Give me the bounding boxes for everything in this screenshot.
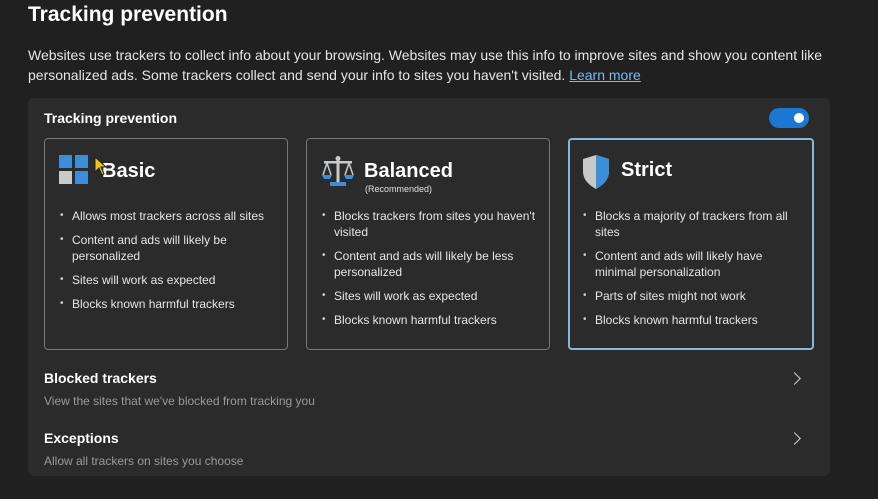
exceptions-title: Exceptions xyxy=(44,430,119,446)
page-title: Tracking prevention xyxy=(28,3,228,26)
card-balanced[interactable]: Balanced (Recommended) Blocks trackers f… xyxy=(306,138,550,350)
tracking-prevention-panel: Tracking prevention Basic Allows most tr… xyxy=(28,98,830,476)
card-basic-list: Allows most trackers across all sites Co… xyxy=(59,208,281,320)
card-strict-list: Blocks a majority of trackers from all s… xyxy=(582,208,804,336)
list-item: Parts of sites might not work xyxy=(582,288,804,304)
card-basic-title: Basic xyxy=(102,160,156,182)
blocked-trackers-subtitle: View the sites that we've blocked from t… xyxy=(44,394,315,408)
exceptions-subtitle: Allow all trackers on sites you choose xyxy=(44,454,244,468)
blocked-trackers-title: Blocked trackers xyxy=(44,370,157,386)
page-description: Websites use trackers to collect info ab… xyxy=(28,45,848,85)
list-item: Blocks trackers from sites you haven't v… xyxy=(321,208,543,240)
learn-more-link[interactable]: Learn more xyxy=(569,67,641,83)
exceptions-row[interactable]: Exceptions Allow all trackers on sites y… xyxy=(28,430,830,482)
list-item: Blocks known harmful trackers xyxy=(59,296,281,312)
card-strict-title: Strict xyxy=(621,159,673,181)
list-item: Sites will work as expected xyxy=(321,288,543,304)
list-item: Content and ads will likely have minimal… xyxy=(582,248,804,280)
description-text: Websites use trackers to collect info ab… xyxy=(28,47,822,83)
scales-icon xyxy=(321,155,355,194)
chevron-right-icon xyxy=(788,372,801,385)
card-balanced-subtitle: (Recommended) xyxy=(365,184,433,194)
tracking-prevention-toggle[interactable] xyxy=(769,108,809,128)
card-basic[interactable]: Basic Allows most trackers across all si… xyxy=(44,138,288,350)
mouse-cursor-icon xyxy=(94,155,108,181)
list-item: Blocks known harmful trackers xyxy=(321,312,543,328)
list-item: Content and ads will likely be personali… xyxy=(59,232,281,264)
card-balanced-list: Blocks trackers from sites you haven't v… xyxy=(321,208,543,336)
list-item: Sites will work as expected xyxy=(59,272,281,288)
toggle-knob xyxy=(794,113,804,123)
panel-heading: Tracking prevention xyxy=(44,110,178,126)
list-item: Content and ads will likely be less pers… xyxy=(321,248,543,280)
list-item: Allows most trackers across all sites xyxy=(59,208,281,224)
card-strict[interactable]: Strict Blocks a majority of trackers fro… xyxy=(568,138,814,350)
card-balanced-title: Balanced xyxy=(364,160,453,182)
chevron-right-icon xyxy=(788,432,801,445)
list-item: Blocks known harmful trackers xyxy=(582,312,804,328)
shield-icon xyxy=(582,154,610,195)
basic-grid-icon xyxy=(59,155,91,190)
blocked-trackers-row[interactable]: Blocked trackers View the sites that we'… xyxy=(28,370,830,422)
list-item: Blocks a majority of trackers from all s… xyxy=(582,208,804,240)
